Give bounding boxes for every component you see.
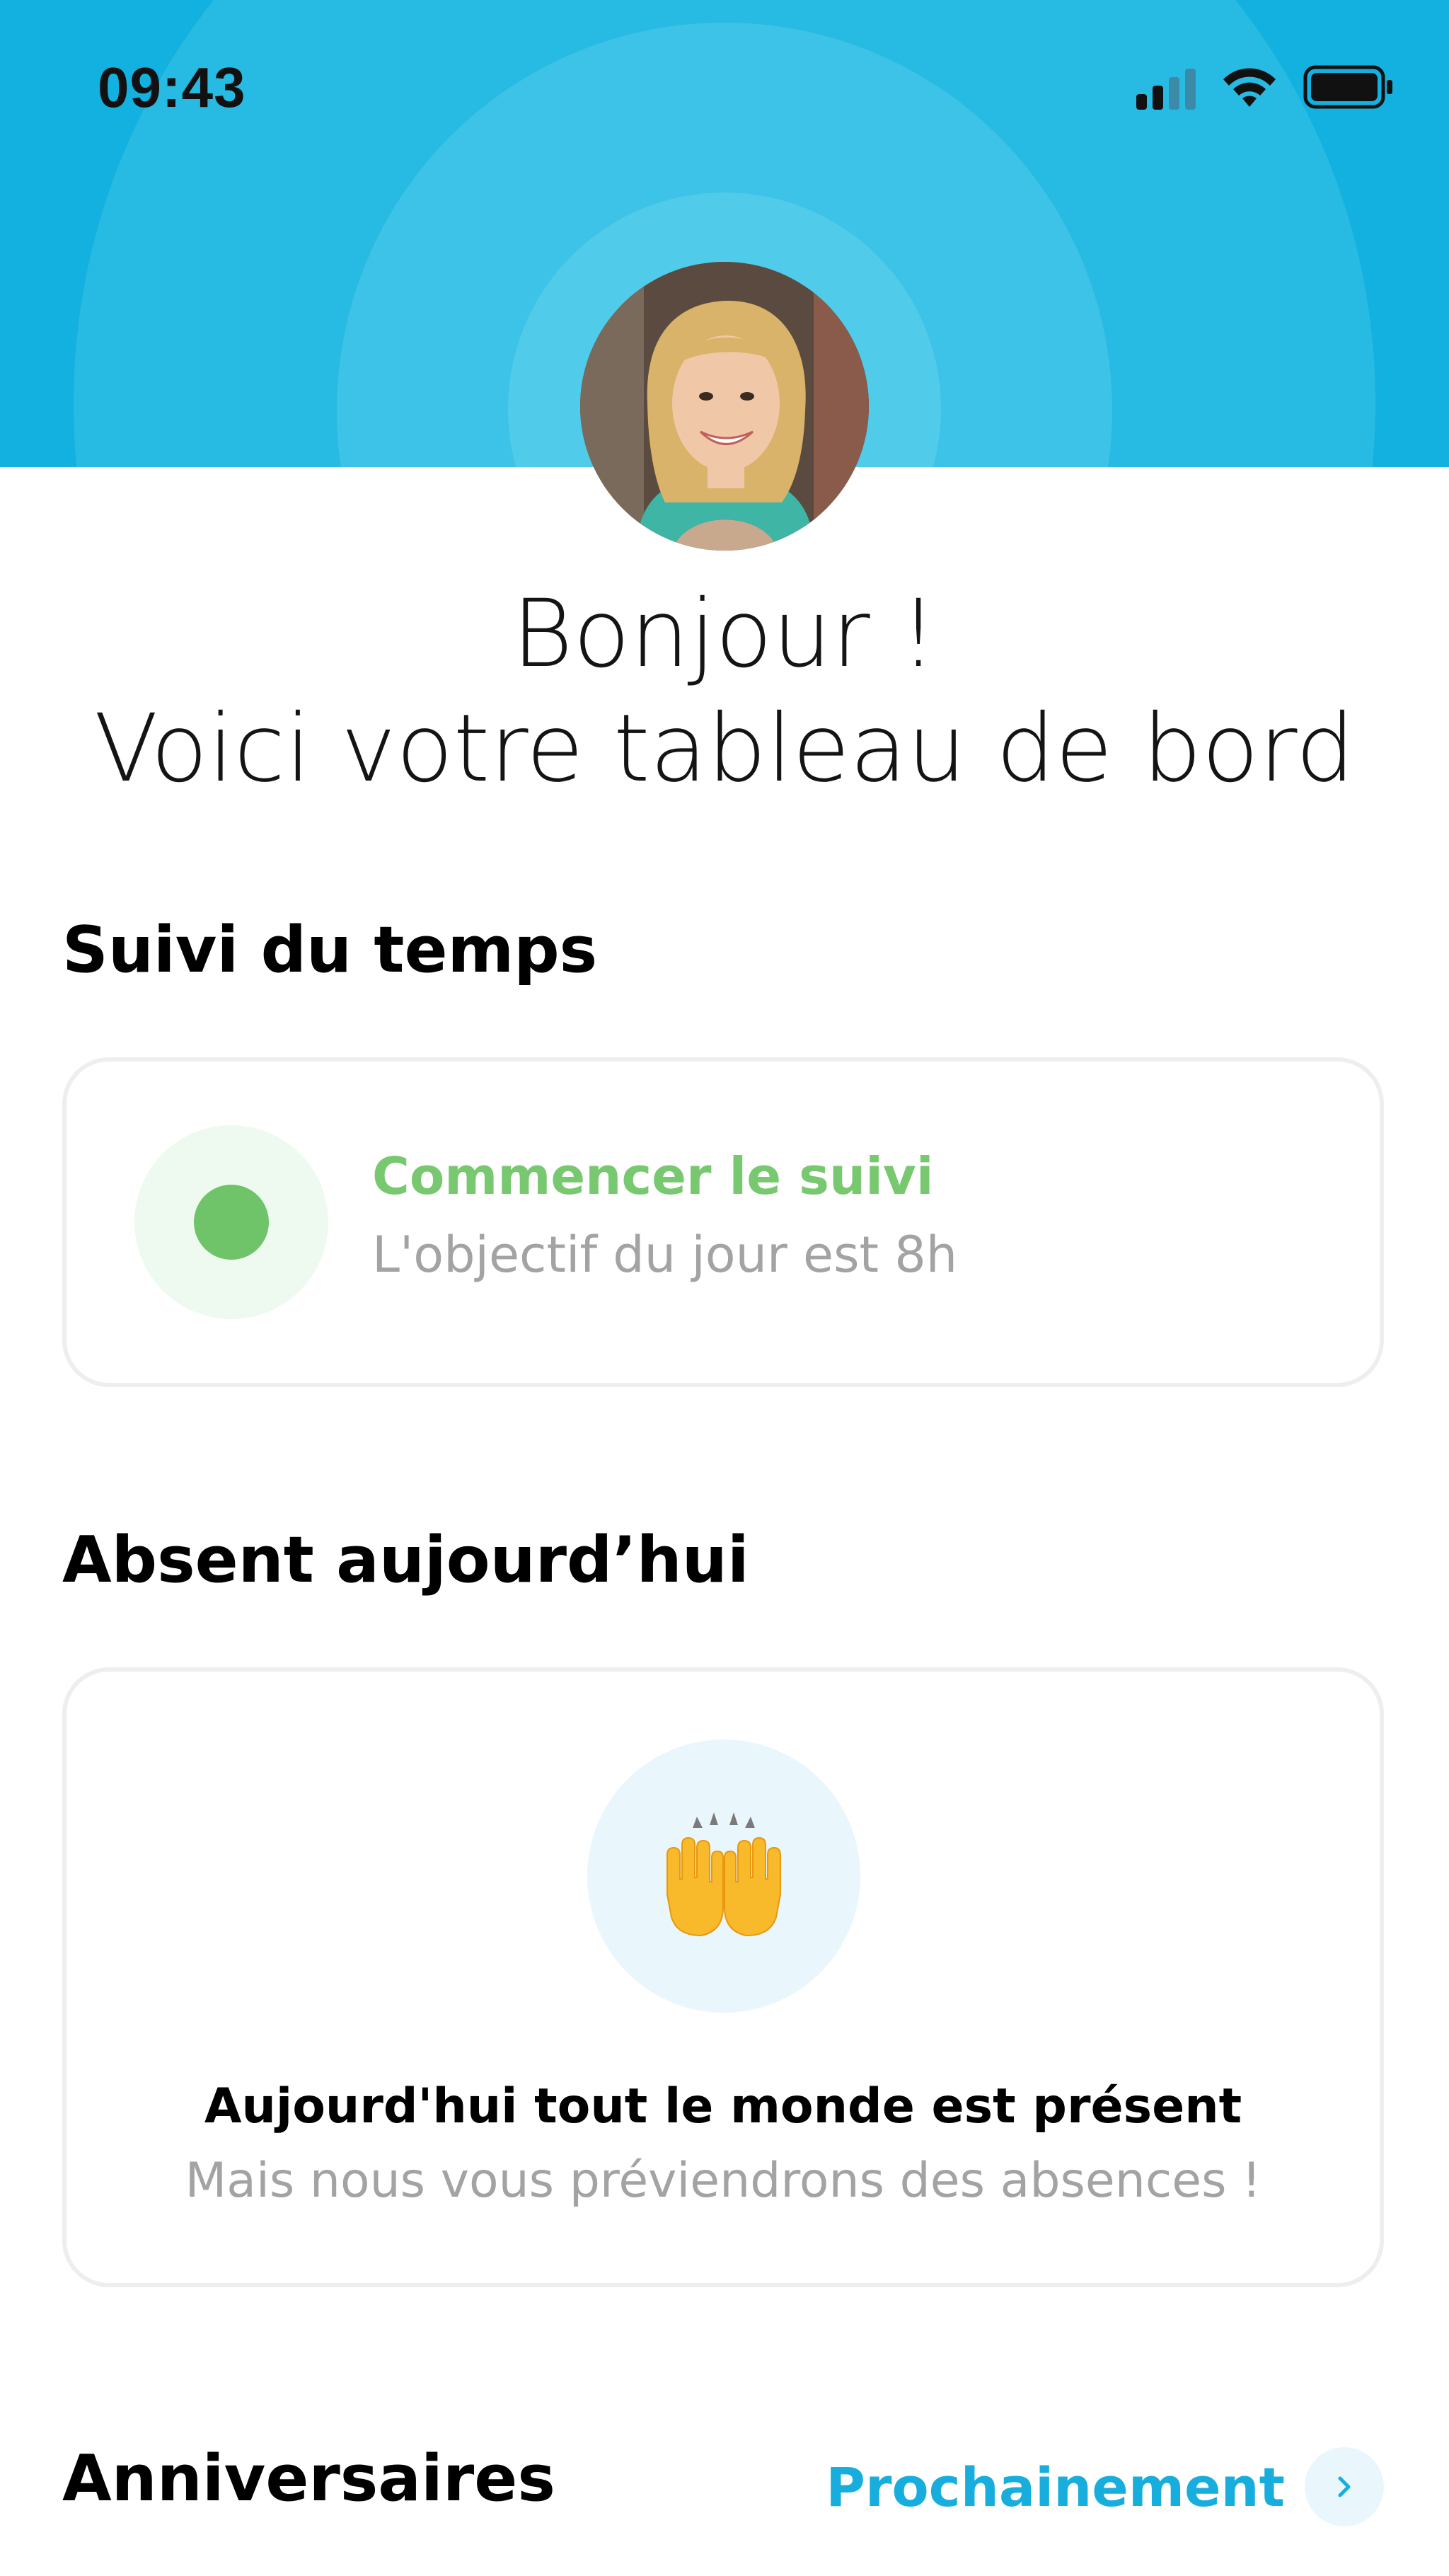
user-avatar[interactable] <box>580 262 869 551</box>
raising-hands-icon <box>587 1740 860 2013</box>
tracking-status-icon <box>134 1125 328 1319</box>
status-bar: 09:43 <box>0 0 1449 177</box>
daily-goal-text: L'objectif du jour est 8h <box>372 1226 958 1284</box>
dashboard-greeting: Bonjour ! Voici votre tableau de bord <box>0 577 1449 806</box>
battery-icon <box>1303 65 1395 112</box>
tracking-dot <box>194 1185 269 1260</box>
time-tracking-title: Suivi du temps <box>62 913 598 987</box>
start-tracking-card[interactable]: Commencer le suivi L'objectif du jour es… <box>62 1057 1384 1387</box>
absences-message: Aujourd'hui tout le monde est présent <box>204 2078 1242 2134</box>
cellular-signal-icon <box>1136 67 1196 110</box>
status-time: 09:43 <box>98 56 246 119</box>
absences-title: Absent aujourd’hui <box>62 1523 749 1597</box>
avatar-photo-icon <box>580 262 869 551</box>
upcoming-birthdays-link[interactable]: Prochainement <box>826 2447 1384 2526</box>
status-icons <box>1136 65 1395 112</box>
absences-card: Aujourd'hui tout le monde est présent Ma… <box>62 1667 1384 2287</box>
absences-submessage: Mais nous vous préviendrons des absences… <box>185 2153 1262 2209</box>
birthdays-title: Anniversaires <box>62 2442 555 2516</box>
start-tracking-label: Commencer le suivi <box>372 1146 934 1206</box>
greeting-line-2: Voici votre tableau de bord <box>94 694 1355 803</box>
chevron-right-icon[interactable] <box>1305 2447 1384 2526</box>
upcoming-label: Prochainement <box>826 2455 1285 2519</box>
greeting-line-1: Bonjour ! <box>512 580 937 689</box>
wifi-icon <box>1221 66 1278 111</box>
